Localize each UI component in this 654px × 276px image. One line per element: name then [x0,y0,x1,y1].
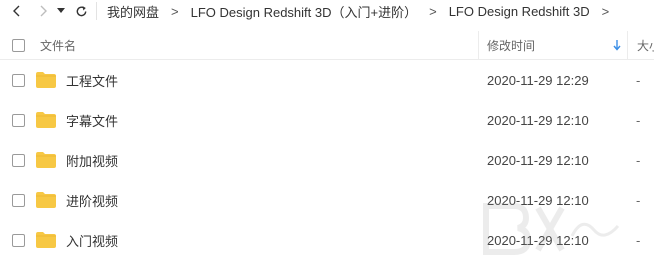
breadcrumb-item[interactable]: LFO Design Redshift 3D [445,4,594,19]
chevron-right-icon [40,5,47,17]
sort-descending-icon[interactable] [612,39,622,51]
toolbar-divider [96,2,97,20]
file-size: - [636,72,641,88]
file-row[interactable]: 工程文件 2020-11-29 12:29 - [0,60,654,100]
file-modified-date: 2020-11-29 12:29 [487,72,589,88]
file-size: - [636,192,641,208]
refresh-button[interactable] [70,0,92,22]
refresh-icon [76,5,86,16]
file-size: - [636,232,641,248]
caret-down-icon [57,8,65,13]
file-name[interactable]: 附加视频 [66,151,118,170]
file-name[interactable]: 进阶视频 [66,191,118,210]
breadcrumb: 我的网盘 > LFO Design Redshift 3D（入门+进阶） > L… [103,2,617,21]
history-dropdown-button[interactable] [54,0,68,22]
file-row[interactable]: 字幕文件 2020-11-29 12:10 - [0,100,654,140]
forward-button[interactable] [32,0,54,22]
file-modified-date: 2020-11-29 12:10 [487,152,589,168]
row-checkbox[interactable] [12,193,25,207]
column-divider[interactable] [478,31,479,59]
row-checkbox[interactable] [12,153,25,167]
folder-icon [36,152,56,168]
chevron-left-icon [13,5,20,17]
row-checkbox[interactable] [12,113,25,127]
breadcrumb-separator: > [429,3,437,19]
folder-icon [36,192,56,208]
folder-icon [36,232,56,248]
breadcrumb-separator: > [171,3,179,19]
file-modified-date: 2020-11-29 12:10 [487,112,589,128]
column-header-size[interactable]: 大小 [637,37,654,54]
select-all-checkbox[interactable] [12,38,25,52]
file-name[interactable]: 入门视频 [66,231,118,250]
file-name[interactable]: 字幕文件 [66,111,118,130]
file-name[interactable]: 工程文件 [66,71,118,90]
column-header-date[interactable]: 修改时间 [487,37,535,54]
file-modified-date: 2020-11-29 12:10 [487,192,589,208]
folder-icon [36,72,56,88]
file-row[interactable]: 进阶视频 2020-11-29 12:10 - [0,180,654,220]
file-size: - [636,152,641,168]
column-header-name[interactable]: 文件名 [40,37,76,54]
row-checkbox[interactable] [12,233,25,247]
folder-icon [36,112,56,128]
file-row[interactable]: 入门视频 2020-11-29 12:10 - [0,220,654,260]
row-checkbox[interactable] [12,73,25,87]
file-modified-date: 2020-11-29 12:10 [487,232,589,248]
toolbar: 我的网盘 > LFO Design Redshift 3D（入门+进阶） > L… [0,0,654,22]
breadcrumb-separator: > [601,3,610,19]
file-row[interactable]: 附加视频 2020-11-29 12:10 - [0,140,654,180]
breadcrumb-item[interactable]: LFO Design Redshift 3D（入门+进阶） [187,2,422,21]
file-size: - [636,112,641,128]
breadcrumb-item[interactable]: 我的网盘 [103,2,163,21]
column-divider[interactable] [627,31,628,59]
file-list-header: 文件名 修改时间 大小 [0,31,654,60]
back-button[interactable] [6,0,28,22]
